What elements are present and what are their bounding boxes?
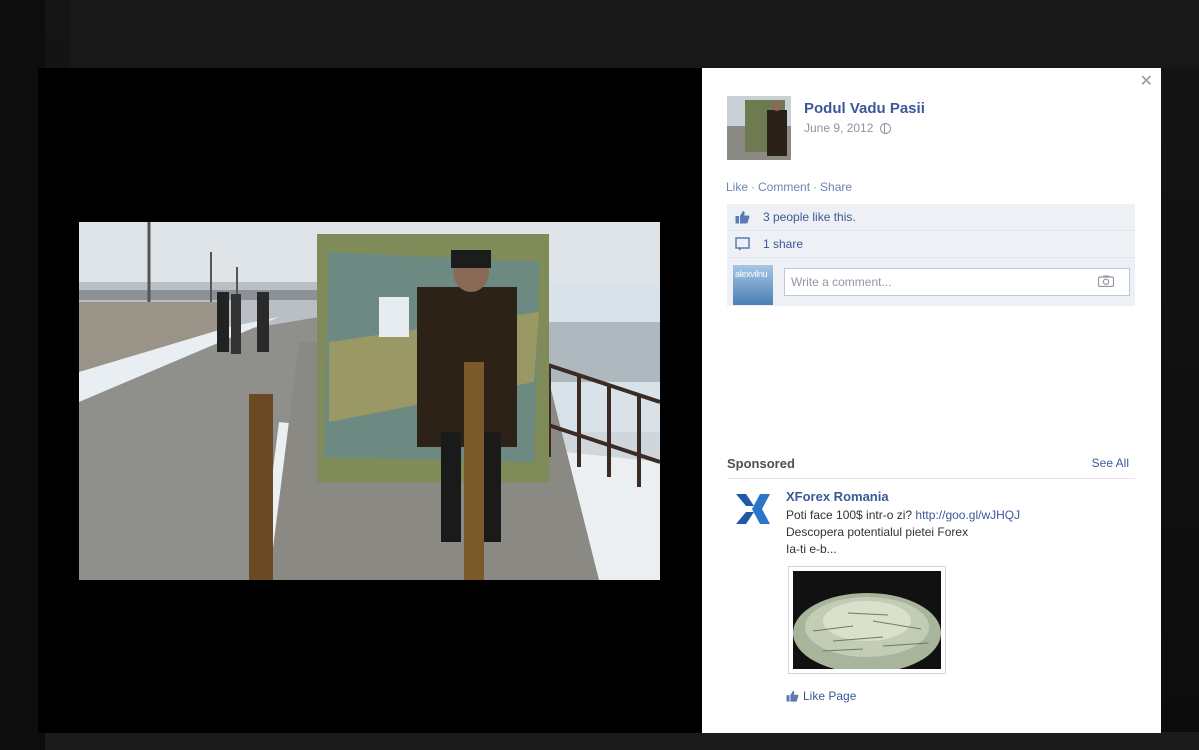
like-link[interactable]: Like — [726, 180, 748, 194]
like-page-label[interactable]: Like Page — [803, 689, 856, 703]
post-date[interactable]: June 9, 2012 — [804, 121, 891, 135]
sponsored-header: Sponsored See All — [727, 456, 1135, 479]
ad-url-link[interactable]: http://goo.gl/wJHQJ — [915, 508, 1020, 522]
author-avatar[interactable] — [727, 96, 791, 160]
shares-count-text[interactable]: 1 share — [763, 237, 803, 251]
feedback-box: 3 people like this. 1 share alexvilnu — [727, 204, 1135, 306]
action-separator: · — [813, 180, 818, 194]
see-all-link[interactable]: See All — [1092, 456, 1129, 470]
comment-link[interactable]: Comment — [758, 180, 810, 194]
ad-line-3: Ia-ti e-b... — [786, 542, 837, 556]
ad-body: Poti face 100$ intr-o zi? http://goo.gl/… — [786, 507, 1020, 558]
comment-input[interactable] — [784, 268, 1130, 296]
shares-row[interactable]: 1 share — [727, 231, 1135, 258]
thumbs-up-icon — [786, 690, 799, 702]
ad-line-1: Poti face 100$ intr-o zi? — [786, 508, 913, 522]
comment-composer: alexvilnu — [727, 258, 1135, 306]
post-actions: Like · Comment · Share — [726, 180, 852, 194]
likes-row[interactable]: 3 people like this. — [727, 204, 1135, 231]
photo-side-panel: ✕ Podul Vadu Pasii June 9, 2012 Like · Com… — [702, 68, 1161, 733]
thumbs-up-icon — [735, 211, 750, 224]
ad-line-2: Descopera potentialul pietei Forex — [786, 525, 969, 539]
likes-count-text[interactable]: 3 people like this. — [763, 210, 856, 224]
ad-title[interactable]: XForex Romania — [786, 489, 889, 504]
commenter-avatar-text: alexvilnu — [735, 269, 768, 279]
action-separator: · — [751, 180, 756, 194]
like-page-button[interactable]: Like Page — [786, 689, 856, 703]
close-icon[interactable]: ✕ — [1140, 74, 1153, 90]
sponsored-label: Sponsored — [727, 456, 795, 471]
commenter-avatar: alexvilnu — [733, 265, 773, 305]
post-author-name[interactable]: Podul Vadu Pasii — [804, 100, 925, 117]
share-icon — [735, 237, 750, 251]
ad-image[interactable] — [788, 566, 946, 674]
camera-icon[interactable] — [1098, 275, 1114, 287]
xforex-logo-icon[interactable] — [732, 488, 774, 530]
post-date-text[interactable]: June 9, 2012 — [804, 121, 873, 135]
share-link[interactable]: Share — [820, 180, 852, 194]
globe-icon — [879, 123, 891, 134]
photo-viewer-image[interactable] — [79, 222, 660, 580]
background-top-bar — [70, 0, 1199, 68]
background-bottom-bar — [45, 732, 1199, 750]
